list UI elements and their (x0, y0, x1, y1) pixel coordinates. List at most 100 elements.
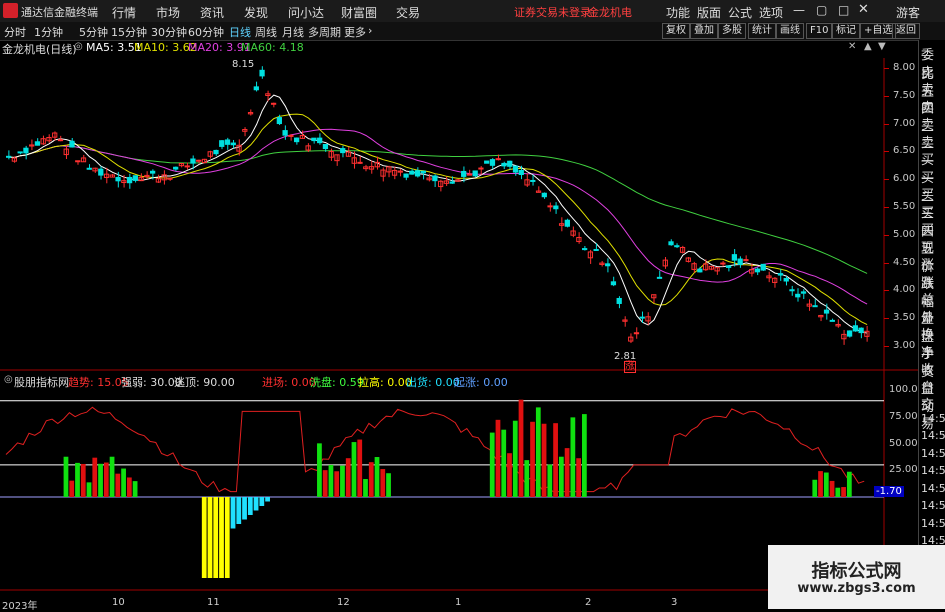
menu-caifuquan[interactable]: 财富圈 (341, 4, 377, 21)
price-tick-mark (884, 262, 889, 264)
right-panel-item[interactable]: 14:56 (921, 482, 945, 495)
guest-label[interactable]: 游客 (896, 4, 920, 21)
biaoji-button[interactable]: 标记 (832, 23, 860, 39)
candle-body (674, 245, 680, 248)
candle-body (69, 140, 75, 148)
right-panel-item[interactable]: 14:56 (921, 517, 945, 530)
menu-faxian[interactable]: 发现 (244, 4, 268, 21)
menu-gongneng[interactable]: 功能 (666, 4, 690, 21)
candle-body (697, 268, 703, 273)
candle-body (288, 134, 294, 137)
period-30min[interactable]: 30分钟 (151, 24, 187, 40)
candle-body (737, 258, 743, 265)
candle-body (530, 179, 536, 182)
period-daily[interactable]: 日线 (229, 24, 251, 40)
period-more[interactable]: 更多 (344, 24, 366, 40)
period-monthly[interactable]: 月线 (282, 24, 304, 40)
candle-body (219, 140, 225, 147)
date-tick: 1 (455, 597, 462, 608)
indicator-neg-bar (259, 497, 265, 506)
period-fenshi[interactable]: 分时 (4, 24, 26, 40)
candle-body (512, 165, 519, 173)
restore-icon[interactable]: ▢ (816, 3, 827, 17)
menu-wenxiaoda[interactable]: 问小达 (288, 4, 324, 21)
right-panel-item[interactable]: 14:56 (921, 464, 945, 477)
app-logo-icon (3, 3, 18, 18)
menu-xuanxiang[interactable]: 选项 (759, 4, 783, 21)
right-panel-item[interactable]: 14:56 (921, 429, 945, 442)
indicator-neg-bar (219, 497, 224, 578)
indicator-bar (109, 456, 115, 497)
indicator-bar (334, 471, 340, 497)
close-icon[interactable]: ✕ (858, 2, 869, 17)
minimize-icon[interactable]: — (793, 3, 805, 17)
candle-body (282, 130, 288, 136)
candlesticks (6, 66, 870, 345)
candle-body (484, 160, 490, 164)
settings-icon[interactable]: ◎ (74, 41, 83, 52)
candle-body (507, 160, 513, 167)
indicator-bar (345, 458, 351, 497)
period-1min[interactable]: 1分钟 (34, 24, 63, 40)
right-panel-item[interactable]: 14:56 (921, 499, 945, 512)
indicator-tick: 75.00 (889, 410, 918, 422)
indicator-bar (512, 420, 518, 497)
indicator-bar (535, 407, 541, 497)
period-weekly[interactable]: 周线 (255, 24, 277, 40)
fuquan-button[interactable]: 复权 (662, 23, 690, 39)
candle-body (501, 162, 507, 167)
current-stock-name: 金龙机电 (588, 6, 632, 19)
chart-collapse-icon[interactable]: ▲ (864, 41, 872, 52)
indicator-bar (69, 480, 75, 497)
candle-body (449, 181, 455, 184)
candle-body (184, 165, 190, 168)
menu-jiaoyi[interactable]: 交易 (396, 4, 420, 21)
indicator-bar (121, 468, 126, 497)
back-button[interactable]: 返回 (892, 23, 920, 39)
ma20-line (8, 128, 868, 305)
right-panel-item[interactable]: 14:56 (921, 447, 945, 460)
candle-body (23, 147, 29, 154)
chart-close-icon[interactable]: ✕ (848, 41, 856, 52)
period-5min[interactable]: 5分钟 (79, 24, 108, 40)
price-tick: 8.00 (893, 62, 916, 73)
candle-body (115, 176, 121, 182)
huaxian-button[interactable]: 画线 (776, 23, 804, 39)
indicator-bar (351, 442, 357, 497)
add-watchlist-button[interactable]: +自选 (860, 23, 897, 39)
menu-gongshi[interactable]: 公式 (728, 4, 752, 21)
kline-chart[interactable] (0, 58, 918, 598)
menu-zixun[interactable]: 资讯 (200, 4, 224, 21)
indicator-bar (80, 463, 86, 497)
candle-body (593, 248, 599, 251)
period-multi[interactable]: 多周期 (308, 24, 341, 40)
trade-login-warning[interactable]: 证券交易未登录 (514, 4, 591, 20)
more-chevron-icon[interactable]: › (368, 24, 372, 37)
f10-button[interactable]: F10 (806, 23, 833, 39)
tongji-button[interactable]: 统计 (748, 23, 776, 39)
chart-expand-icon[interactable]: ▼ (878, 41, 886, 52)
menu-shichang[interactable]: 市场 (156, 4, 180, 21)
price-tick-mark (884, 151, 889, 153)
candle-body (478, 167, 484, 170)
period-60min[interactable]: 60分钟 (188, 24, 224, 40)
diejia-button[interactable]: 叠加 (690, 23, 718, 39)
indicator-neg-bar (207, 497, 213, 578)
candle-body (317, 137, 323, 144)
indicator-bar (357, 439, 363, 497)
candle-body (518, 169, 524, 176)
candle-body (783, 277, 789, 282)
indicator-neg-bar (247, 497, 253, 515)
candle-body (34, 141, 41, 146)
menu-banmian[interactable]: 版面 (697, 4, 721, 21)
ma10-line (8, 113, 868, 326)
right-panel-item[interactable]: 14:56 (921, 412, 945, 425)
indicator-neg-bar (230, 497, 236, 529)
period-15min[interactable]: 15分钟 (111, 24, 147, 40)
duogu-button[interactable]: 多股 (718, 23, 746, 39)
indicator-neg-bar (213, 497, 219, 578)
indicator-bar (317, 443, 322, 497)
maximize-icon[interactable]: □ (838, 3, 849, 17)
menu-hangqing[interactable]: 行情 (112, 4, 136, 21)
candle-body (852, 325, 858, 332)
